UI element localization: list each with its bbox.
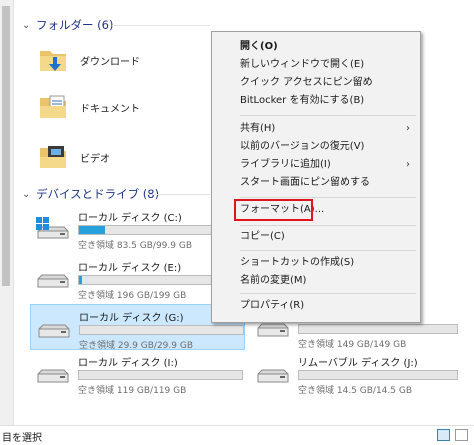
usage-bar (298, 324, 458, 334)
format-highlight-box (234, 199, 313, 221)
section-header-devices[interactable]: ⌄ デバイスとドライブ (8) (22, 186, 159, 202)
menu-item-pin-quick-access[interactable]: クイック アクセスにピン留め (212, 74, 420, 92)
usage-bar (78, 370, 243, 380)
section-divider (112, 25, 210, 26)
menu-separator (240, 115, 416, 116)
folder-item-downloads[interactable]: ダウンロード (38, 45, 140, 75)
folder-item-videos[interactable]: ビデオ (38, 142, 110, 172)
hard-drive-icon (35, 317, 71, 341)
removable-drive-icon (254, 362, 290, 386)
large-icons-view-button[interactable] (455, 429, 468, 441)
context-menu: 開く(O) 新しいウィンドウで開く(E) クイック アクセスにピン留め BitL… (211, 31, 421, 323)
videos-folder-icon (38, 142, 68, 172)
vertical-scrollbar[interactable] (0, 0, 14, 425)
menu-item-properties[interactable]: プロパティ(R) (212, 297, 420, 315)
drive-name: ローカル ディスク (C:) (78, 213, 182, 224)
documents-folder-icon (38, 92, 68, 122)
menu-item-label: ライブラリに追加(I) (240, 159, 331, 170)
menu-item-copy[interactable]: コピー(C) (212, 228, 420, 246)
drive-name: ローカル ディスク (G:) (79, 313, 184, 324)
section-title-devices: デバイスとドライブ (8) (36, 187, 160, 201)
usage-bar (298, 370, 458, 380)
menu-item-open[interactable]: 開く(O) (212, 38, 420, 56)
status-text: 目を選択 (2, 433, 42, 444)
details-view-button[interactable] (437, 429, 450, 441)
status-bar: 目を選択 (0, 425, 474, 445)
menu-separator (240, 225, 416, 226)
free-space-text: 空き領域 149 GB/149 GB (298, 340, 407, 350)
usage-fill (79, 226, 106, 234)
menu-separator (240, 293, 416, 294)
menu-item-pin-start[interactable]: スタート画面にピン留めする (212, 174, 420, 192)
chevron-down-icon[interactable]: ⌄ (22, 20, 32, 31)
menu-item-rename[interactable]: 名前の変更(M) (212, 272, 420, 290)
menu-item-bitlocker[interactable]: BitLocker を有効にする(B) (212, 92, 420, 110)
free-space-text: 空き領域 196 GB/199 GB (78, 291, 187, 301)
folder-item-documents[interactable]: ドキュメント (38, 92, 140, 122)
windows-drive-icon (34, 217, 70, 241)
section-title-folders: フォルダー (6) (36, 18, 114, 32)
drive-item-i[interactable]: ローカル ディスク (I:) 空き領域 119 GB/119 GB (30, 350, 245, 396)
chevron-down-icon[interactable]: ⌄ (22, 189, 32, 200)
menu-item-open-new-window[interactable]: 新しいウィンドウで開く(E) (212, 56, 420, 74)
section-divider (146, 194, 210, 195)
drive-name: ローカル ディスク (E:) (78, 263, 182, 274)
folder-label: ドキュメント (80, 103, 140, 115)
usage-bar (79, 325, 244, 335)
section-header-folders[interactable]: ⌄ フォルダー (6) (22, 17, 113, 33)
scrollbar-thumb[interactable] (2, 6, 10, 286)
free-space-text: 空き領域 119 GB/119 GB (78, 386, 187, 396)
chevron-right-icon: › (406, 123, 410, 134)
folder-label: ビデオ (80, 153, 110, 165)
menu-item-label: 共有(H) (240, 123, 276, 134)
drive-name: リムーバブル ディスク (J:) (298, 358, 418, 369)
menu-item-restore-previous[interactable]: 以前のバージョンの復元(V) (212, 138, 420, 156)
menu-separator (240, 250, 416, 251)
hard-drive-icon (34, 267, 70, 291)
folder-label: ダウンロード (80, 56, 140, 68)
free-space-text: 空き領域 14.5 GB/14.5 GB (298, 386, 412, 396)
free-space-text: 空き領域 83.5 GB/99.9 GB (78, 241, 192, 251)
menu-item-share[interactable]: 共有(H) › (212, 120, 420, 138)
hard-drive-icon (34, 362, 70, 386)
chevron-right-icon: › (406, 159, 410, 170)
drive-name: ローカル ディスク (I:) (78, 358, 178, 369)
usage-fill (79, 276, 83, 284)
menu-item-create-shortcut[interactable]: ショートカットの作成(S) (212, 254, 420, 272)
menu-separator (240, 197, 416, 198)
menu-item-add-to-library[interactable]: ライブラリに追加(I) › (212, 156, 420, 174)
downloads-folder-icon (38, 45, 68, 75)
drive-item-j[interactable]: リムーバブル ディスク (J:) 空き領域 14.5 GB/14.5 GB (250, 350, 465, 396)
